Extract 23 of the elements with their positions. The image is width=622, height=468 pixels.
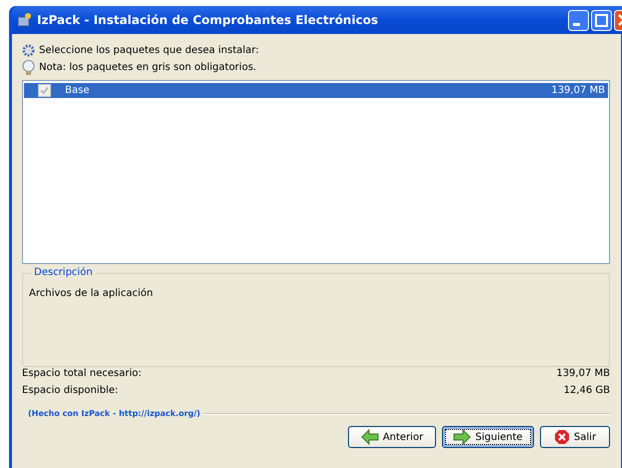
space-value: 12,46 GB <box>564 385 610 398</box>
left-arrow-icon <box>360 429 379 445</box>
space-value: 139,07 MB <box>556 368 610 381</box>
maximize-button[interactable] <box>591 10 612 30</box>
credit-text: (Hecho con IzPack - http://izpack.org/) <box>28 409 200 418</box>
space-label: Espacio disponible: <box>22 385 118 398</box>
description-text: Archivos de la aplicación <box>29 288 153 299</box>
right-arrow-icon <box>453 429 472 445</box>
space-label: Espacio total necesario: <box>22 368 142 381</box>
note-text: Seleccione los paquetes que desea instalar: <box>39 45 259 56</box>
back-button[interactable]: Anterior <box>348 426 436 448</box>
gear-icon <box>22 44 35 57</box>
exit-button[interactable]: Salir <box>540 426 610 448</box>
description-legend: Descripción <box>31 267 96 278</box>
note-text: Nota: los paquetes en gris son obligatorios. <box>39 62 256 73</box>
package-name: Base <box>65 85 90 96</box>
minimize-button[interactable] <box>568 10 589 30</box>
package-icon <box>16 12 32 28</box>
next-button[interactable]: Siguiente <box>442 426 534 448</box>
window-title: IzPack - Instalación de Comprobantes Electrónicos <box>37 13 380 27</box>
package-size: 139,07 MB <box>551 85 605 96</box>
lightbulb-icon <box>22 60 35 76</box>
close-icon <box>554 429 570 445</box>
